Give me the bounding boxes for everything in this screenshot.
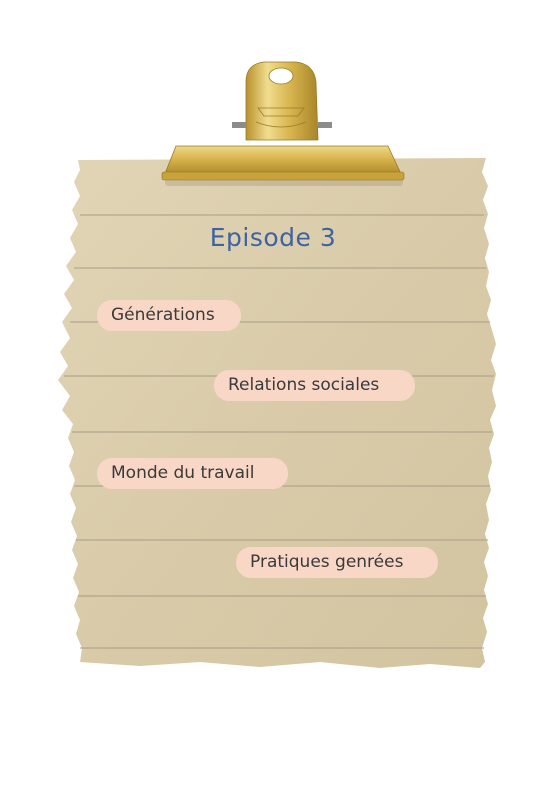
episode-title: Episode 3 (209, 223, 337, 252)
topic-chip-relations-sociales[interactable]: Relations sociales (214, 370, 415, 401)
topic-chip-generations[interactable]: Générations (97, 300, 241, 331)
topic-chip-pratiques-genrees[interactable]: Pratiques genrées (236, 547, 438, 578)
topic-chip-monde-du-travail[interactable]: Monde du travail (97, 458, 288, 489)
